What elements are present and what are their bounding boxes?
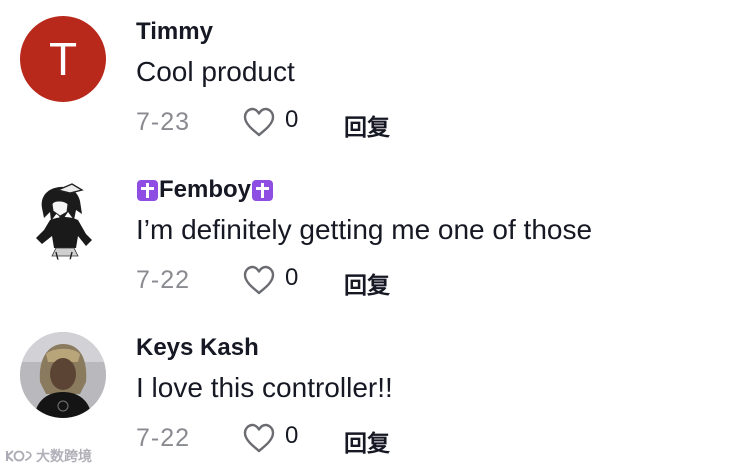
like-count: 0 [285, 106, 299, 133]
watermark-logo-icon [6, 450, 32, 462]
comment-text: Cool product [136, 56, 295, 87]
profile-photo-avatar-image [20, 332, 106, 418]
comment-username[interactable]: Femboy [136, 176, 274, 204]
reply-button[interactable]: 回复 [344, 266, 390, 300]
username-text[interactable]: Femboy [159, 176, 251, 204]
comment-date: 7-22 [136, 424, 191, 452]
avatar[interactable] [20, 332, 106, 418]
latin-cross-icon [137, 179, 158, 201]
username-text[interactable]: Timmy [136, 18, 213, 46]
comment-meta: 7-23 0 回复 [136, 106, 736, 140]
comment-item: T Timmy Cool product 7-23 0 回复 [0, 0, 754, 158]
heart-outline-icon[interactable] [242, 422, 276, 454]
watermark-text: 大数跨境 [36, 448, 92, 464]
comment-meta: 7-22 0 回复 [136, 264, 736, 298]
avatar[interactable]: T [20, 16, 106, 102]
anime-character-avatar-image [20, 174, 106, 260]
watermark: 大数跨境 [4, 446, 92, 466]
avatar[interactable] [20, 174, 106, 260]
latin-cross-icon [252, 179, 274, 201]
username-text[interactable]: Keys Kash [136, 334, 259, 362]
comment-text: I love this controller!! [136, 372, 393, 403]
heart-outline-icon[interactable] [242, 264, 276, 296]
heart-outline-icon[interactable] [242, 106, 276, 138]
like-count: 0 [285, 422, 299, 449]
comment-username[interactable]: Keys Kash [136, 334, 259, 362]
comment-text: I’m definitely getting me one of those [136, 214, 593, 245]
comment-date: 7-22 [136, 266, 191, 294]
comment-meta: 7-22 0 回复 [136, 422, 736, 456]
comment-item: Keys Kash I love this controller!! 7-22 … [0, 316, 754, 474]
comment-username[interactable]: Timmy [136, 18, 213, 46]
reply-button[interactable]: 回复 [344, 424, 390, 458]
comment-item: Femboy I’m definitely getting me one of … [0, 158, 754, 316]
like-count: 0 [285, 264, 299, 291]
reply-button[interactable]: 回复 [344, 108, 390, 142]
comment-date: 7-23 [136, 108, 191, 136]
